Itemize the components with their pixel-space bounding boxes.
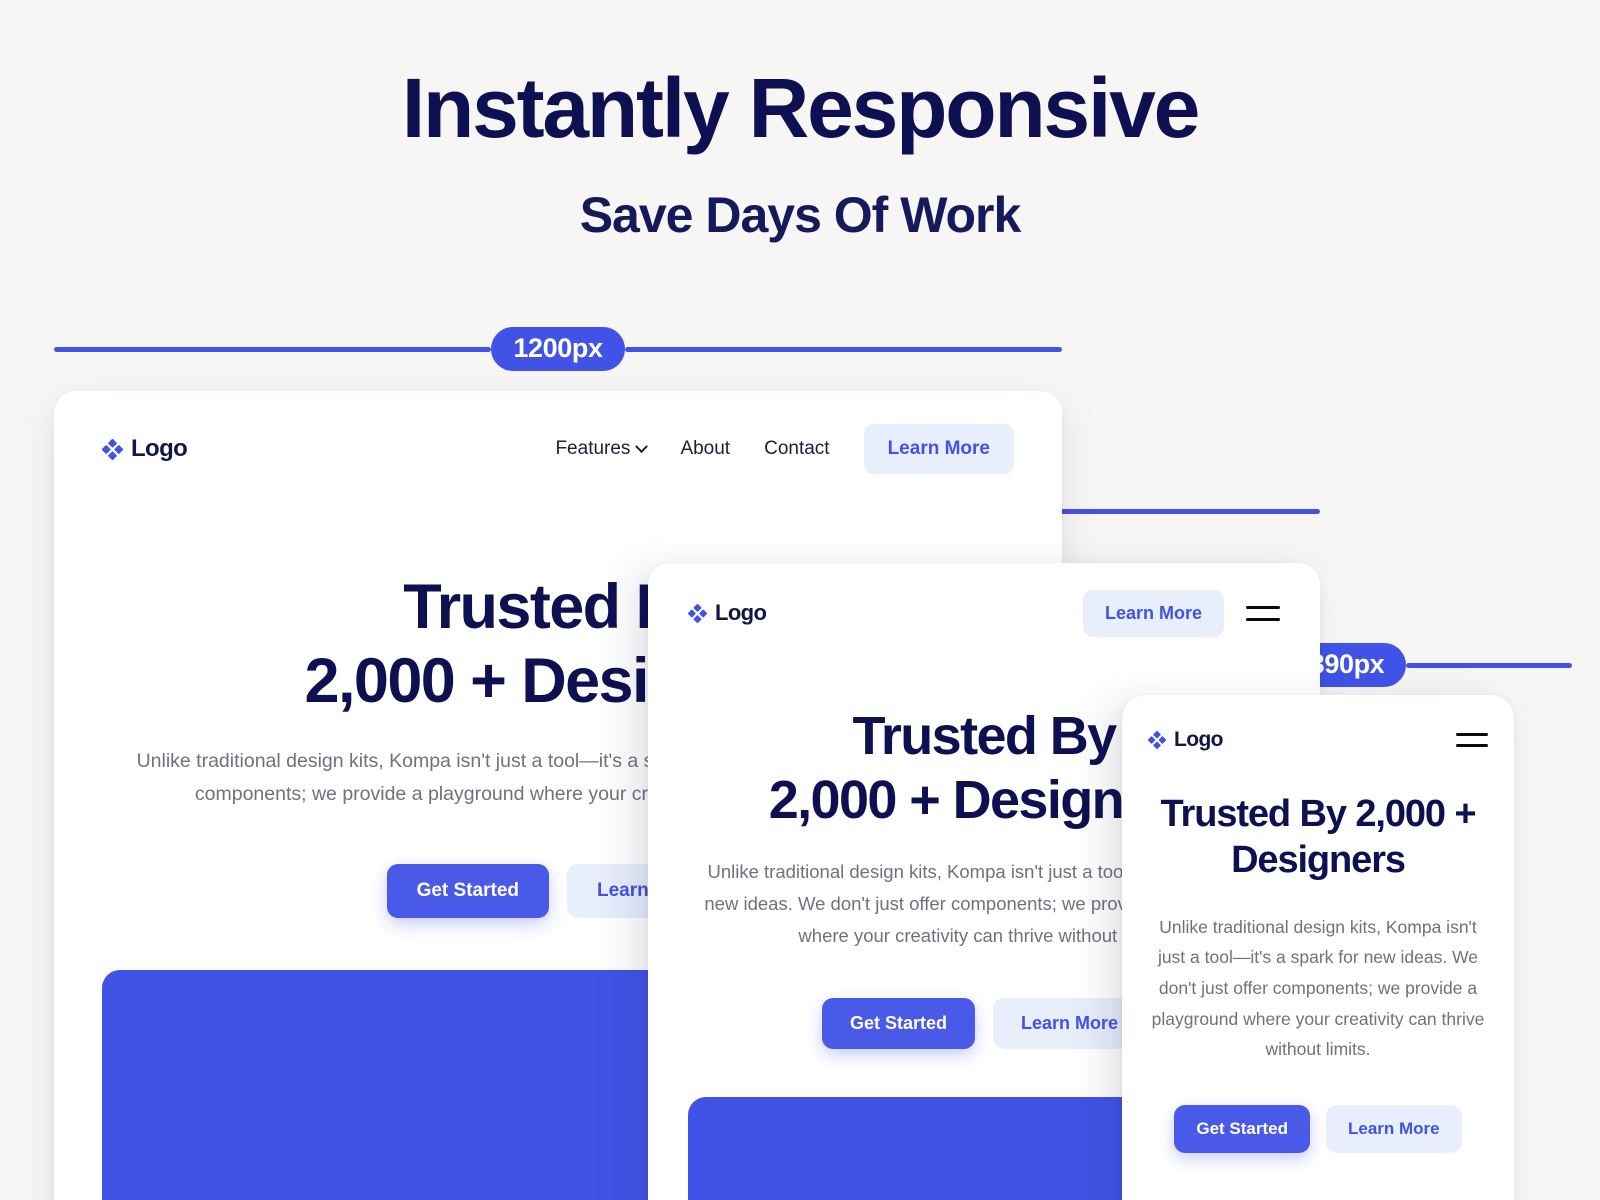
hamburger-bar xyxy=(1456,733,1488,736)
tablet-nav-actions: Learn More xyxy=(1082,589,1280,637)
tablet-get-started-button[interactable]: Get Started xyxy=(821,997,975,1049)
four-diamond-logo-icon xyxy=(102,438,123,460)
measure-rule-1200: 1200px xyxy=(54,326,1062,372)
nav-item-about[interactable]: About xyxy=(680,438,730,460)
mobile-hero: Trusted By 2,000 + Designers Unlike trad… xyxy=(1122,791,1514,1153)
measure-label-1200: 1200px xyxy=(491,326,625,372)
hamburger-menu-icon[interactable] xyxy=(1456,730,1488,750)
hamburger-bar xyxy=(1456,744,1488,747)
four-diamond-logo-icon xyxy=(688,603,707,623)
desktop-nav-links: Features About Contact Learn More xyxy=(555,424,1014,474)
mobile-learn-more-button[interactable]: Learn More xyxy=(1326,1104,1462,1153)
mobile-preview-frame: Logo Trusted By 2,000 + Designers Unlike… xyxy=(1122,695,1514,1200)
measure-line-right xyxy=(1043,508,1320,514)
hamburger-menu-icon[interactable] xyxy=(1246,602,1280,624)
nav-item-features-label: Features xyxy=(555,438,631,459)
tablet-hero-title-line1: Trusted By xyxy=(852,706,1117,766)
desktop-brand-label: Logo xyxy=(131,435,188,462)
hamburger-bar xyxy=(1246,617,1280,621)
nav-item-features[interactable]: Features xyxy=(555,438,649,460)
mobile-navbar: Logo xyxy=(1122,695,1514,761)
tablet-brand-label: Logo xyxy=(715,600,767,625)
measure-line-right xyxy=(1406,662,1572,668)
desktop-brand[interactable]: Logo xyxy=(102,435,188,463)
desktop-navbar: Logo Features About Contact Learn More xyxy=(54,391,1062,477)
tablet-brand[interactable]: Logo xyxy=(688,600,767,626)
mobile-brand[interactable]: Logo xyxy=(1148,728,1224,752)
chevron-down-icon xyxy=(635,439,649,453)
nav-item-contact[interactable]: Contact xyxy=(764,438,829,460)
hamburger-bar xyxy=(1246,605,1280,609)
desktop-get-started-button[interactable]: Get Started xyxy=(386,863,549,918)
measure-line-right xyxy=(624,346,1062,352)
mobile-get-started-button[interactable]: Get Started xyxy=(1174,1104,1310,1153)
mobile-brand-label: Logo xyxy=(1174,728,1224,751)
mobile-hero-title: Trusted By 2,000 + Designers xyxy=(1160,793,1477,882)
page-title: Instantly Responsive xyxy=(401,61,1200,155)
four-diamond-logo-icon xyxy=(1148,731,1166,749)
desktop-nav-learn-more-button[interactable]: Learn More xyxy=(863,424,1014,474)
tablet-navbar: Logo Learn More xyxy=(648,563,1320,639)
measure-line-left xyxy=(54,346,492,352)
tablet-nav-learn-more-button[interactable]: Learn More xyxy=(1082,589,1224,637)
page-subtitle: Save Days Of Work xyxy=(579,187,1022,243)
mobile-hero-body: Unlike traditional design kits, Kompa is… xyxy=(1151,916,1485,1060)
mobile-hero-actions: Get Started Learn More xyxy=(1148,1104,1488,1153)
